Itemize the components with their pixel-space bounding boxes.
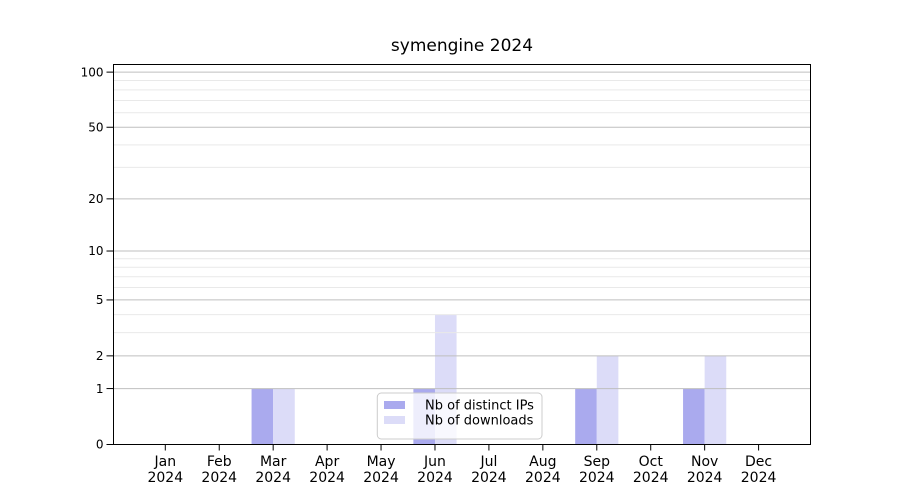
chart-title: symengine 2024	[391, 36, 533, 56]
y-tick-label: 50	[88, 120, 103, 134]
x-tick-label: Dec2024	[741, 454, 777, 486]
x-tick-label: Oct2024	[633, 454, 669, 486]
bar-downloads-mar-2024	[273, 389, 295, 445]
y-tick-label: 100	[81, 65, 104, 79]
x-tick-label: Nov2024	[687, 454, 723, 486]
bar-distinct-ips-mar-2024	[252, 389, 274, 445]
legend-label-distinct-ips: Nb of distinct IPs	[425, 399, 534, 414]
y-tick-label: 1	[96, 382, 104, 396]
bar-downloads-sep-2024	[597, 356, 619, 445]
x-tick-label: Mar2024	[255, 454, 291, 486]
x-tick-label: Jan2024	[147, 454, 183, 486]
x-tick-label: Apr2024	[309, 454, 345, 486]
bar-distinct-ips-nov-2024	[683, 389, 705, 445]
y-tick-label: 0	[96, 438, 104, 452]
chart-canvas: 0 1 2 5 10 20 50 100 Jan2024 Feb2024 Mar2024 Apr202…	[0, 0, 900, 500]
bar-distinct-ips-sep-2024	[575, 389, 597, 445]
legend-label-downloads: Nb of downloads	[425, 414, 534, 429]
legend-swatch-distinct-ips	[384, 401, 405, 409]
x-tick-label: Jul2024	[471, 454, 507, 486]
bar-downloads-nov-2024	[705, 356, 727, 445]
legend-swatch-downloads	[384, 416, 405, 424]
x-tick-label: Jun2024	[417, 454, 453, 486]
legend: Nb of distinct IPs Nb of downloads	[377, 393, 542, 439]
x-tick-label: Feb2024	[201, 454, 237, 486]
x-tick-label: Sep2024	[579, 454, 615, 486]
y-tick-label: 20	[88, 192, 103, 206]
x-tick-label: Aug2024	[525, 454, 561, 486]
figure: 0 1 2 5 10 20 50 100 Jan2024 Feb2024 Mar2024 Apr202…	[0, 0, 900, 500]
y-tick-label: 10	[88, 244, 103, 258]
y-tick-label: 5	[96, 293, 104, 307]
x-tick-label: May2024	[363, 454, 399, 486]
y-tick-label: 2	[96, 349, 104, 363]
